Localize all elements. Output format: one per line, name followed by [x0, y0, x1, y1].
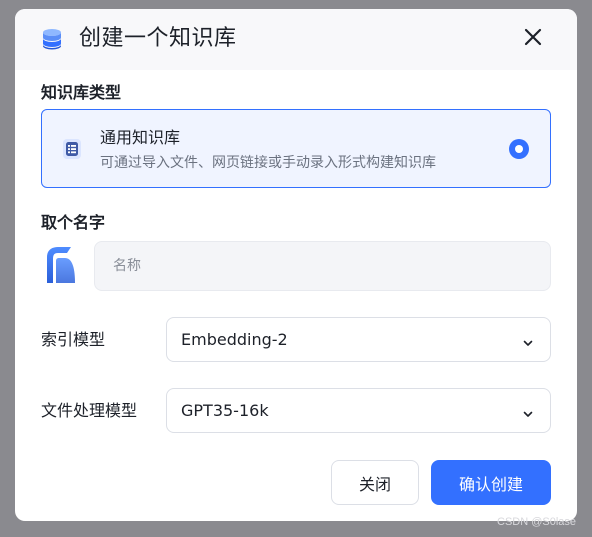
dialog-title: 创建一个知识库	[79, 26, 237, 51]
file-model-value: GPT35-16k	[181, 401, 269, 420]
watermark: CSDN @S0lase	[497, 516, 577, 528]
radio-selected-dot	[515, 145, 523, 153]
chevron-down-icon	[522, 334, 534, 346]
kb-type-label: 知识库类型	[41, 83, 122, 102]
file-model-label: 文件处理模型	[41, 401, 138, 420]
kb-type-description: 可通过导入文件、网页链接或手动录入形式构建知识库	[100, 155, 436, 171]
create-knowledge-base-dialog: 创建一个知识库 知识库类型 通用知识库 可通过导入文件、网页链接或手动录入形式构…	[15, 9, 577, 521]
file-model-select[interactable]: GPT35-16k	[166, 388, 551, 433]
index-model-value: Embedding-2	[181, 330, 288, 349]
document-list-icon	[60, 137, 84, 161]
name-input[interactable]	[94, 241, 551, 291]
name-section-label: 取个名字	[41, 213, 106, 232]
kb-type-title: 通用知识库	[100, 128, 181, 147]
close-icon	[523, 27, 543, 51]
chevron-down-icon	[522, 405, 534, 417]
dialog-header: 创建一个知识库	[15, 9, 577, 70]
confirm-create-button[interactable]: 确认创建	[431, 460, 551, 505]
database-icon	[39, 26, 65, 52]
app-logo-icon[interactable]	[43, 243, 79, 287]
kb-type-option-general[interactable]: 通用知识库 可通过导入文件、网页链接或手动录入形式构建知识库	[41, 109, 551, 188]
close-button[interactable]	[519, 25, 547, 53]
cancel-button[interactable]: 关闭	[331, 460, 419, 505]
kb-type-radio[interactable]	[509, 139, 529, 159]
index-model-label: 索引模型	[41, 330, 106, 349]
index-model-select[interactable]: Embedding-2	[166, 317, 551, 362]
